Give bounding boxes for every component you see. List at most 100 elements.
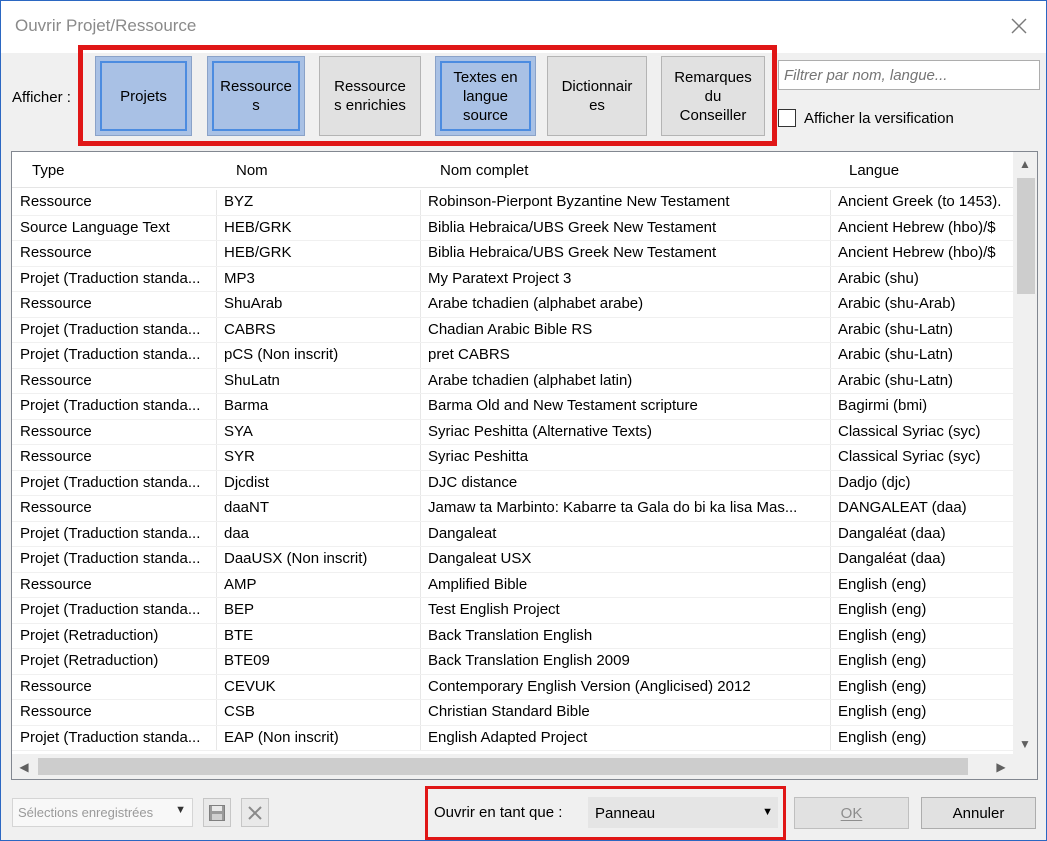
table-row[interactable]: Projet (Traduction standa... EAP (Non ins… <box>12 726 1014 751</box>
close-button[interactable] <box>1006 13 1032 39</box>
cell-name: ShuLatn <box>224 371 280 389</box>
open-as-label: Ouvrir en tant que : <box>434 804 563 821</box>
table-row[interactable]: Ressource ShuArab Arabe tchadien (alphabet… <box>12 292 1014 318</box>
table-row[interactable]: Projet (Traduction standa... MP3 My Parate… <box>12 267 1014 292</box>
show-versification-toggle[interactable]: Afficher la versification <box>778 109 954 127</box>
scroll-right-icon[interactable]: ▶ <box>989 754 1013 779</box>
table-row[interactable]: Ressource HEB/GRK Biblia Hebraica/UBS Gree… <box>12 241 1014 267</box>
table-body: Ressource BYZ Robinson-Pierpont Byzantine … <box>12 190 1014 751</box>
cell-full-name: Biblia Hebraica/UBS Greek New Testament <box>428 218 717 236</box>
table-header: Type Nom Nom complet Langue <box>12 152 1014 188</box>
cell-full-name: Chadian Arabic Bible RS <box>428 320 593 338</box>
cell-name: ShuArab <box>224 295 283 312</box>
table-row[interactable]: Ressource AMP Amplified Bible English (eng) <box>12 573 1014 598</box>
cell-name: BEP <box>224 601 255 618</box>
cell-full-name: Test English Project <box>428 601 560 618</box>
cell-language: Bagirmi (bmi) <box>838 397 928 414</box>
table-row[interactable]: Projet (Retraduction) BTE09 Back Translati… <box>12 649 1014 675</box>
cell-full-name: Syriac Peshitta <box>428 448 529 465</box>
table-row[interactable]: Source Language Text HEB/GRK Biblia Hebrai… <box>12 216 1014 241</box>
cell-full-name: Jamaw ta Marbinto: Kabarre ta Gala do bi… <box>428 499 798 516</box>
cell-language: Ancient Hebrew (hbo)/$ <box>838 218 996 236</box>
cell-type: Projet (Traduction standa... <box>20 269 201 287</box>
resource-table: Type Nom Nom complet Langue Ressource BYZ… <box>11 151 1038 780</box>
open-project-dialog: Ouvrir Projet/Ressource Afficher : Proje… <box>0 0 1047 841</box>
table-row[interactable]: Ressource ShuLatn Arabe tchadien (alphabet… <box>12 369 1014 394</box>
cell-full-name: Robinson-Pierpont Byzantine New Testamen… <box>428 193 730 210</box>
delete-selection-button[interactable] <box>241 798 269 827</box>
save-icon <box>209 804 225 821</box>
delete-icon <box>248 805 262 820</box>
table-row[interactable]: Ressource daaNT Jamaw ta Marbinto: Kabarre… <box>12 496 1014 522</box>
table-row[interactable]: Projet (Retraduction) BTE Back Translation… <box>12 624 1014 649</box>
cell-language: Dangaléat (daa) <box>838 524 946 542</box>
cell-type: Projet (Traduction standa... <box>20 320 201 338</box>
scroll-up-icon[interactable]: ▲ <box>1013 152 1037 176</box>
table-row[interactable]: Projet (Traduction standa... BEP Test Engl… <box>12 598 1014 624</box>
table-row[interactable]: Projet (Traduction standa... Djcdist DJC d… <box>12 471 1014 496</box>
cell-full-name: Back Translation English 2009 <box>428 652 630 669</box>
cell-type: Projet (Traduction standa... <box>20 397 201 414</box>
column-header-type[interactable]: Type <box>32 162 65 179</box>
column-header-full-name[interactable]: Nom complet <box>440 162 528 179</box>
cell-full-name: English Adapted Project <box>428 728 588 746</box>
column-header-language[interactable]: Langue <box>849 162 899 179</box>
cell-name: EAP (Non inscrit) <box>224 728 339 746</box>
filter-button-label: Projets <box>120 87 167 105</box>
cell-language: Classical Syriac (syc) <box>838 448 981 465</box>
table-row[interactable]: Projet (Traduction standa... DaaUSX (Non … <box>12 547 1014 573</box>
chevron-down-icon: ▼ <box>175 804 186 816</box>
cell-name: AMP <box>224 575 257 593</box>
horizontal-scroll-thumb[interactable] <box>38 758 968 775</box>
table-row[interactable]: Projet (Traduction standa... Barma Barma O… <box>12 394 1014 420</box>
filter-buttons-highlight <box>78 45 777 146</box>
table-row[interactable]: Ressource SYR Syriac Peshitta Classical Syr… <box>12 445 1014 471</box>
cell-name: CSB <box>224 703 255 720</box>
vertical-scroll-thumb[interactable] <box>1017 178 1035 294</box>
cell-full-name: Contemporary English Version (Anglicised… <box>428 677 751 695</box>
show-versification-label: Afficher la versification <box>804 109 954 127</box>
table-row[interactable]: Projet (Traduction standa... pCS (Non ins… <box>12 343 1014 369</box>
table-row[interactable]: Projet (Traduction standa... daa Dangaleat… <box>12 522 1014 547</box>
table-row[interactable]: Ressource SYA Syriac Peshitta (Alternative… <box>12 420 1014 445</box>
filter-input[interactable] <box>778 60 1040 90</box>
cell-language: Classical Syriac (syc) <box>838 422 981 440</box>
filter-button-label: Textes en langue source <box>453 68 518 124</box>
cell-name: BYZ <box>224 193 254 210</box>
cell-name: daa <box>224 524 250 542</box>
cell-language: Arabic (shu-Arab) <box>838 295 956 312</box>
filter-consultant-notes-button[interactable]: Remarques du Conseiller <box>661 56 765 136</box>
cancel-label: Annuler <box>952 804 1005 822</box>
cancel-button[interactable]: Annuler <box>921 797 1036 829</box>
table-row[interactable]: Projet (Traduction standa... CABRS Chadian… <box>12 318 1014 343</box>
saved-selections-dropdown[interactable]: Sélections enregistrées ▼ <box>12 798 193 827</box>
open-as-value: Panneau <box>595 805 656 822</box>
cell-full-name: My Paratext Project 3 <box>428 269 572 287</box>
cell-type: Source Language Text <box>20 218 170 236</box>
cell-name: HEB/GRK <box>224 244 292 261</box>
show-label: Afficher : <box>12 89 71 106</box>
vertical-scrollbar[interactable]: ▲ ▼ <box>1013 152 1037 756</box>
cell-type: Ressource <box>20 703 92 720</box>
cell-language: English (eng) <box>838 601 927 618</box>
cell-full-name: DJC distance <box>428 473 518 491</box>
cell-language: English (eng) <box>838 575 927 593</box>
cell-language: English (eng) <box>838 703 927 720</box>
table-row[interactable]: Ressource CSB Christian Standard Bible Engl… <box>12 700 1014 726</box>
open-as-select[interactable]: Panneau ▼ <box>588 797 778 828</box>
scroll-down-icon[interactable]: ▼ <box>1013 732 1037 756</box>
save-selection-button[interactable] <box>203 798 231 827</box>
scroll-left-icon[interactable]: ◀ <box>12 754 36 779</box>
show-versification-checkbox[interactable] <box>778 109 796 127</box>
horizontal-scrollbar[interactable]: ◀ ▶ <box>12 754 1037 779</box>
chevron-down-icon: ▼ <box>762 806 773 818</box>
cell-type: Ressource <box>20 677 92 695</box>
ok-label: OK <box>840 804 863 822</box>
ok-button[interactable]: OK <box>794 797 909 829</box>
cell-language: Arabic (shu-Latn) <box>838 371 954 389</box>
table-row[interactable]: Ressource BYZ Robinson-Pierpont Byzantine … <box>12 190 1014 216</box>
cell-full-name: pret CABRS <box>428 346 510 363</box>
table-row[interactable]: Ressource CEVUK Contemporary English Versi… <box>12 675 1014 700</box>
cell-language: Dadjo (djc) <box>838 473 911 491</box>
column-header-name[interactable]: Nom <box>236 162 268 179</box>
